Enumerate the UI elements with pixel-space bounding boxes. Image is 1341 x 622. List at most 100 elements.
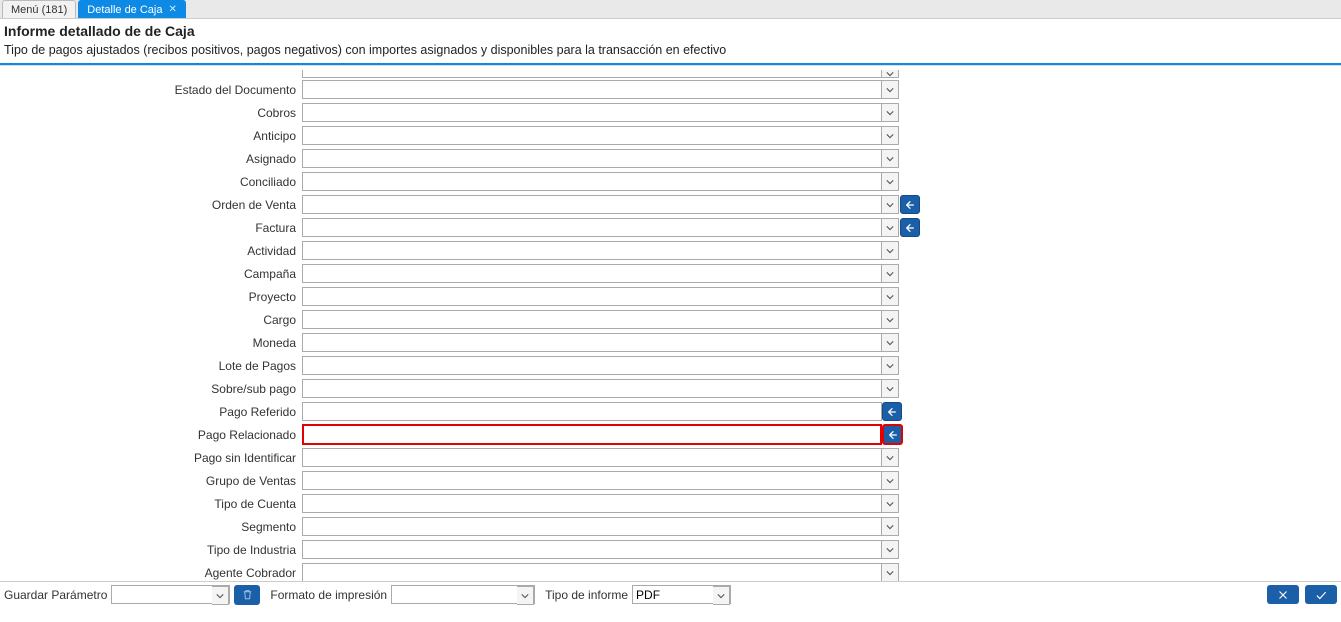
save-param-select[interactable] — [111, 585, 230, 604]
tab-bar: Menú (181) Detalle de Caja ✕ — [0, 0, 1341, 19]
form-row: Conciliado — [0, 170, 1341, 193]
chevron-down-icon[interactable] — [882, 172, 899, 191]
form-row: Agente Cobrador — [0, 561, 1341, 581]
chevron-down-icon[interactable] — [882, 103, 899, 122]
chevron-down-icon[interactable] — [882, 264, 899, 283]
form-row: Cargo — [0, 308, 1341, 331]
field-input[interactable] — [302, 379, 882, 398]
lookup-button[interactable] — [900, 218, 920, 237]
field-cell — [302, 448, 899, 467]
check-icon — [1313, 588, 1329, 602]
chevron-down-icon[interactable] — [212, 586, 229, 605]
lookup-button[interactable] — [882, 402, 902, 421]
chevron-down-icon[interactable] — [882, 333, 899, 352]
chevron-down-icon[interactable] — [882, 379, 899, 398]
chevron-down-icon[interactable] — [882, 80, 899, 99]
field-input[interactable] — [302, 149, 882, 168]
chevron-down-icon[interactable] — [882, 448, 899, 467]
form-row: Moneda — [0, 331, 1341, 354]
field-input[interactable] — [302, 563, 882, 581]
field-input[interactable] — [302, 402, 882, 421]
field-cell — [302, 540, 899, 559]
field-label: Campaña — [0, 267, 302, 281]
print-format-label: Formato de impresión — [270, 588, 387, 602]
print-format-select[interactable] — [391, 585, 535, 604]
form-row: Orden de Venta — [0, 193, 1341, 216]
field-input[interactable] — [302, 540, 882, 559]
close-icon[interactable]: ✕ — [168, 4, 176, 15]
chevron-down-icon[interactable] — [882, 356, 899, 375]
field-input[interactable] — [302, 218, 882, 237]
field-label: Cobros — [0, 106, 302, 120]
form-row: Grupo de Ventas — [0, 469, 1341, 492]
field-input[interactable] — [302, 333, 882, 352]
field-cell — [302, 471, 899, 490]
field-input[interactable] — [302, 494, 882, 513]
tab-menu-label: Menú (181) — [11, 4, 67, 16]
field-input[interactable] — [302, 310, 882, 329]
field-input[interactable] — [302, 448, 882, 467]
lookup-button[interactable] — [900, 195, 920, 214]
footer-bar: Guardar Parámetro Formato de impresión T… — [0, 581, 1341, 607]
form-row: Pago sin Identificar — [0, 446, 1341, 469]
chevron-down-icon[interactable] — [882, 310, 899, 329]
confirm-button[interactable] — [1305, 585, 1337, 604]
lookup-button[interactable] — [882, 424, 903, 445]
form-row: Campaña — [0, 262, 1341, 285]
chevron-down-icon[interactable] — [882, 540, 899, 559]
print-format-input[interactable] — [392, 586, 517, 603]
field-input[interactable] — [302, 471, 882, 490]
form-row: Asignado — [0, 147, 1341, 170]
page-header: Informe detallado de de Caja Tipo de pag… — [0, 19, 1341, 65]
save-param-input[interactable] — [112, 586, 212, 603]
page-title: Informe detallado de de Caja — [4, 23, 1337, 39]
field-input[interactable] — [302, 517, 882, 536]
chevron-down-icon[interactable] — [882, 494, 899, 513]
field-input[interactable] — [302, 70, 882, 78]
chevron-down-icon[interactable] — [882, 126, 899, 145]
tab-detalle-caja[interactable]: Detalle de Caja ✕ — [78, 0, 186, 18]
cancel-button[interactable] — [1267, 585, 1299, 604]
chevron-down-icon[interactable] — [882, 70, 899, 78]
field-input[interactable] — [302, 126, 882, 145]
field-label: Pago sin Identificar — [0, 451, 302, 465]
form-row: Segmento — [0, 515, 1341, 538]
report-type-select[interactable] — [632, 585, 731, 604]
report-type-input[interactable] — [633, 586, 713, 603]
field-cell — [302, 80, 899, 99]
field-input[interactable] — [302, 287, 882, 306]
chevron-down-icon[interactable] — [882, 149, 899, 168]
chevron-down-icon[interactable] — [882, 195, 899, 214]
delete-param-button[interactable] — [234, 585, 260, 605]
field-input[interactable] — [302, 80, 882, 99]
tab-menu[interactable]: Menú (181) — [2, 0, 76, 18]
field-cell — [302, 172, 899, 191]
form-row: Actividad — [0, 239, 1341, 262]
form-scroll-area[interactable]: Tipo de DocumentoEstado del DocumentoCob… — [0, 65, 1341, 581]
chevron-down-icon[interactable] — [882, 471, 899, 490]
field-cell — [302, 563, 899, 581]
field-label: Grupo de Ventas — [0, 474, 302, 488]
field-input[interactable] — [302, 172, 882, 191]
field-input[interactable] — [302, 264, 882, 283]
field-input[interactable] — [302, 356, 882, 375]
field-input[interactable] — [302, 103, 882, 122]
chevron-down-icon[interactable] — [882, 241, 899, 260]
field-input[interactable] — [302, 241, 882, 260]
chevron-down-icon[interactable] — [882, 287, 899, 306]
chevron-down-icon[interactable] — [713, 586, 730, 605]
trash-icon — [241, 588, 254, 601]
field-cell — [302, 149, 899, 168]
field-cell — [302, 126, 899, 145]
chevron-down-icon[interactable] — [517, 586, 534, 605]
chevron-down-icon[interactable] — [882, 218, 899, 237]
field-cell — [302, 333, 899, 352]
field-cell — [302, 494, 899, 513]
chevron-down-icon[interactable] — [882, 517, 899, 536]
field-input[interactable] — [302, 424, 882, 445]
field-cell — [302, 103, 899, 122]
field-label: Pago Referido — [0, 405, 302, 419]
chevron-down-icon[interactable] — [882, 563, 899, 581]
field-input[interactable] — [302, 195, 882, 214]
field-cell — [302, 241, 899, 260]
